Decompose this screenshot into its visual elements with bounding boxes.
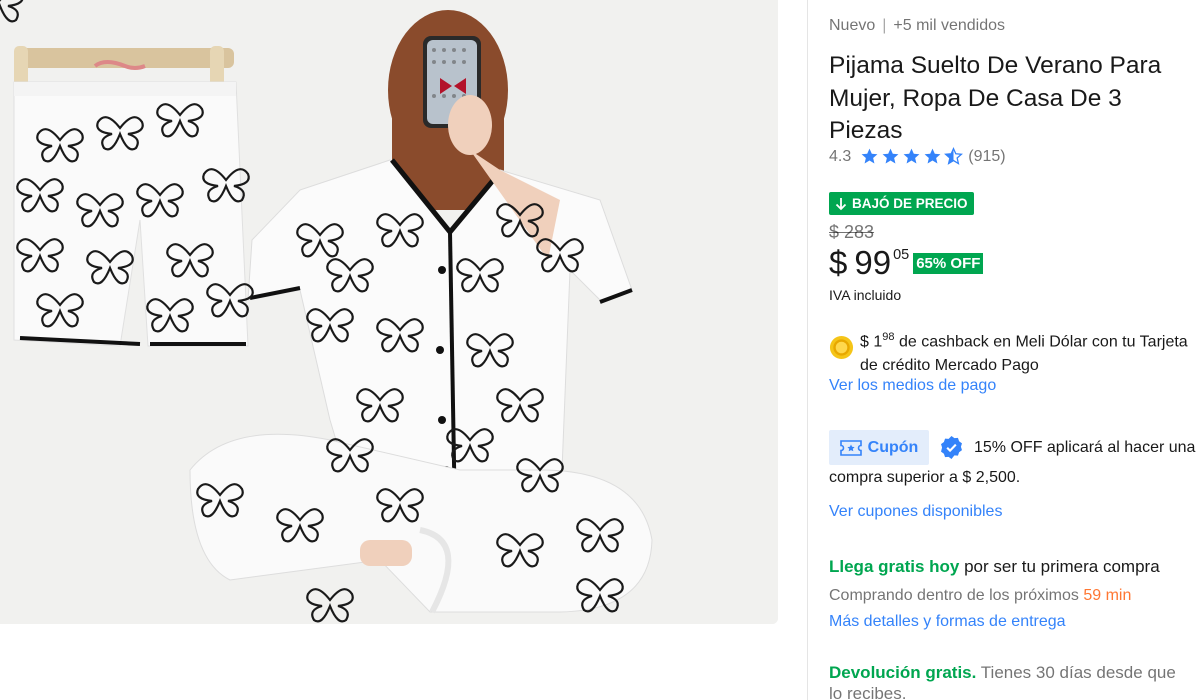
shipping-countdown: Comprando dentro de los próximos 59 min [829,587,1131,605]
product-title: Pijama Suelto De Verano Para Mujer, Ropa… [829,52,1162,144]
verified-check-icon [941,435,962,460]
available-coupons-link[interactable]: Ver cupones disponibles [829,503,1002,521]
returns-info: Devolución gratis. Tienes 30 días desde … [829,660,1176,686]
coupon-text: 15% OFF aplicará al hacer una [974,438,1196,456]
coupon-row: Cupón 15% OFF aplicará al hacer una [829,430,1195,465]
sold-count: +5 mil vendidos [893,17,1006,34]
cashback-cents: 98 [882,331,895,343]
returns-rest: Tienes 30 días desde que [976,663,1176,682]
payment-methods-link[interactable]: Ver los medios de pago [829,377,996,395]
star-icon [882,148,899,164]
shipping-highlight: Llega gratis hoy [829,557,960,576]
price-integer: 99 [854,244,892,281]
returns-line-2: lo recibes. [829,684,907,700]
discount-badge: 65% OFF [913,253,984,274]
review-count[interactable]: (915) [968,148,1005,166]
cashback-line-1: $ 198 de cashback en Meli Dólar con tu T… [860,325,1188,354]
price-cents: 05 [893,247,910,263]
price-drop-label: BAJÓ DE PRECIO [852,196,968,211]
product-subtitle: Nuevo | +5 mil vendidos [829,17,1005,35]
rating-stars [860,147,964,166]
coin-icon [829,335,854,360]
countdown-prefix: Comprando dentro de los próximos [829,587,1084,604]
currency-symbol: $ [829,244,848,281]
shipping-rest: por ser tu primera compra [959,557,1160,576]
cashback-amount: $ 1 [860,333,883,351]
column-divider [807,0,808,700]
coupon-button[interactable]: Cupón [829,430,929,465]
product-info-panel: Nuevo | +5 mil vendidos Pijama Suelto De V… [829,0,1200,700]
countdown-value: 59 min [1083,587,1132,604]
arrow-down-icon [835,197,847,210]
rating-value: 4.3 [829,147,852,165]
product-image-gallery[interactable] [0,0,778,624]
product-image[interactable] [0,0,778,624]
cashback-info: $ 198 de cashback en Meli Dólar con tu T… [829,325,1200,378]
coupon-text-line-2: compra superior a $ 2,500. [829,469,1021,486]
price-drop-badge: BAJÓ DE PRECIO [829,192,974,215]
returns-highlight: Devolución gratis. [829,663,977,682]
current-price: $ 99 05 65% OFF [829,243,984,283]
star-half-icon [944,147,964,165]
star-icon [924,148,941,164]
cashback-line-2: de crédito Mercado Pago [860,357,1039,375]
coupon-icon [839,439,862,456]
rating-summary[interactable]: 4.3 (915) [829,147,1006,166]
separator: | [882,17,887,34]
star-icon [903,148,920,164]
original-price: $ 283 [829,222,875,242]
shipping-info: Llega gratis hoy por ser tu primera comp… [829,557,1160,577]
coupon-button-label: Cupón [867,438,919,456]
tax-note: IVA incluido [829,287,902,303]
star-icon [861,148,878,164]
delivery-details-link[interactable]: Más detalles y formas de entrega [829,613,1066,631]
cashback-text: de cashback en Meli Dólar con tu Tarjeta [894,333,1188,351]
condition-label: Nuevo [829,17,876,34]
